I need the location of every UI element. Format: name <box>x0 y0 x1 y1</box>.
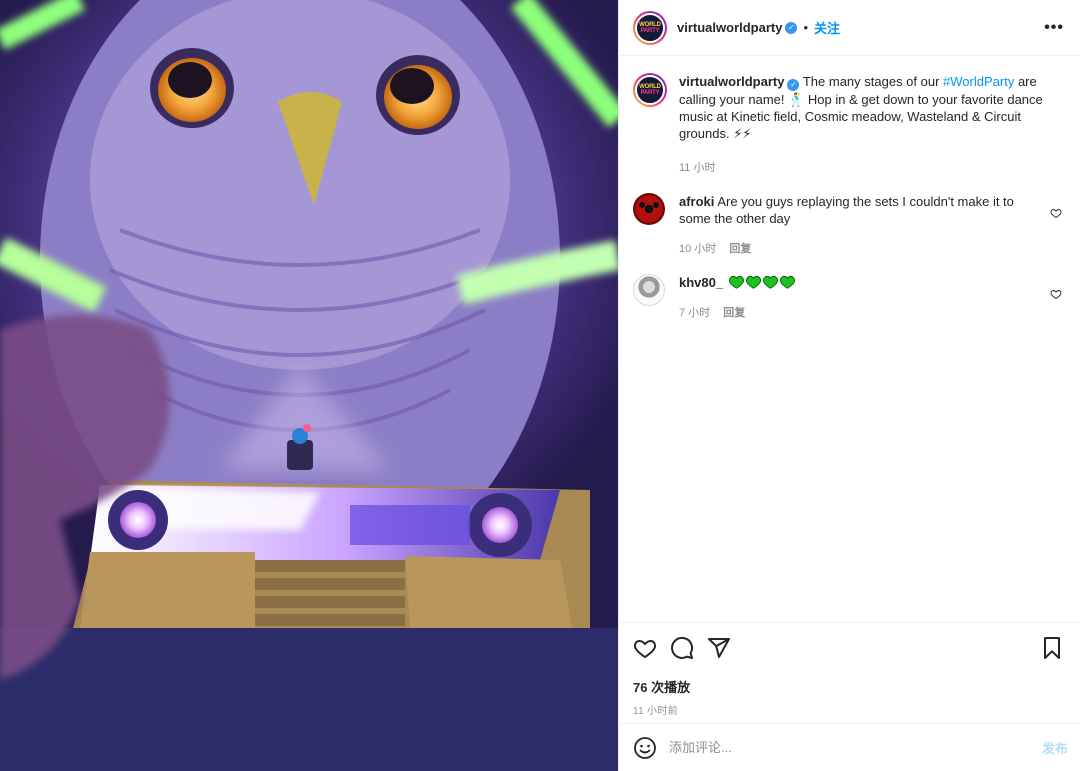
like-heart-icon[interactable] <box>633 636 657 660</box>
dance-floor <box>0 628 618 771</box>
post-actions: 76 次播放 11 小时前 <box>619 622 1080 717</box>
green-heart-emoji <box>762 275 778 289</box>
comment-like-heart-icon[interactable] <box>1050 288 1062 300</box>
owl-head <box>90 0 510 370</box>
caption-timestamp[interactable]: 11 小时 <box>679 162 715 174</box>
reply-button[interactable]: 回复 <box>723 307 745 319</box>
commenter-avatar[interactable] <box>633 273 665 306</box>
hashtag-link[interactable]: #WorldParty <box>943 74 1014 89</box>
stage-block-left <box>80 552 255 628</box>
green-heart-emoji <box>728 275 744 289</box>
commenter-username[interactable]: afroki <box>679 194 714 209</box>
post-header: WORLD PARTY virtualworldparty ✓ • 关注 ••• <box>619 0 1080 56</box>
green-hearts-emoji <box>727 275 795 290</box>
caption-avatar[interactable]: WORLD PARTY <box>633 73 667 107</box>
follow-button[interactable]: 关注 <box>814 18 840 37</box>
author-username[interactable]: virtualworldparty <box>677 20 782 35</box>
comments-list: WORLD PARTY virtualworldparty ✓ The many … <box>619 57 1080 621</box>
mixer-panel <box>350 505 470 545</box>
verified-badge-icon: ✓ <box>785 21 798 34</box>
view-count[interactable]: 76 次播放 <box>633 677 1064 696</box>
smiley-icon[interactable] <box>633 736 657 760</box>
caption-username[interactable]: virtualworldparty <box>679 74 784 89</box>
green-heart-emoji <box>779 275 795 289</box>
comment-icon[interactable] <box>670 636 694 660</box>
more-options-icon[interactable]: ••• <box>1044 19 1064 37</box>
green-heart-emoji <box>745 275 761 289</box>
commenter-username[interactable]: khv80_ <box>679 275 723 290</box>
post-caption: WORLD PARTY virtualworldparty ✓ The many … <box>633 73 1064 177</box>
author-avatar[interactable]: WORLD PARTY <box>633 10 667 45</box>
comment-input[interactable] <box>669 740 1042 755</box>
post-timestamp[interactable]: 11 小时前 <box>633 702 1064 717</box>
share-icon[interactable] <box>707 636 731 660</box>
header-separator: • <box>803 20 809 35</box>
commenter-avatar[interactable] <box>633 192 665 225</box>
verified-badge-icon: ✓ <box>787 78 800 91</box>
bookmark-icon[interactable] <box>1040 636 1064 660</box>
post-modal: WORLD PARTY virtualworldparty ✓ • 关注 •••… <box>0 0 1080 771</box>
post-video[interactable] <box>0 0 618 771</box>
comment-text: Are you guys replaying the sets I couldn… <box>679 193 1014 226</box>
comment-item: khv80_ 7 小时 回复 <box>633 273 1064 322</box>
comment-item: afroki Are you guys replaying the sets I… <box>633 192 1064 258</box>
comment-timestamp[interactable]: 7 小时 <box>679 307 710 319</box>
post-comment-button[interactable]: 发布 <box>1042 738 1068 757</box>
avatar-logo: WORLD PARTY <box>639 21 661 34</box>
caption-text-before: The many stages of our <box>802 74 944 89</box>
comment-timestamp[interactable]: 10 小时 <box>679 243 716 255</box>
stage-block-right <box>405 556 572 628</box>
video-frame <box>0 0 618 771</box>
post-side-panel: WORLD PARTY virtualworldparty ✓ • 关注 •••… <box>618 0 1080 771</box>
reply-button[interactable]: 回复 <box>729 243 751 255</box>
add-comment-bar: 发布 <box>619 723 1080 771</box>
owl-pupil-right <box>390 68 434 104</box>
owl-pupil-left <box>168 62 212 98</box>
comment-like-heart-icon[interactable] <box>1050 207 1062 219</box>
